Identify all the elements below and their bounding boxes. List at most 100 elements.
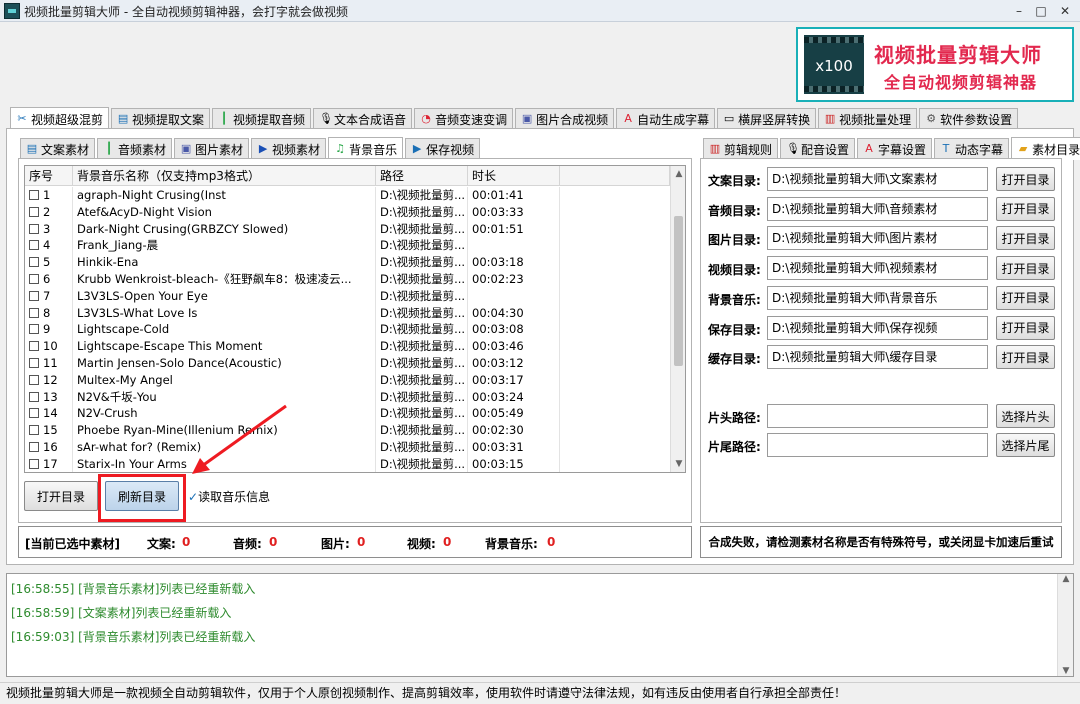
row-no-cell[interactable]: 10 (25, 338, 73, 355)
maximize-button[interactable]: □ (1030, 2, 1052, 20)
save-dir-input[interactable]: D:\视频批量剪辑大师\保存视频 (767, 315, 988, 340)
outro-path-input[interactable] (767, 433, 988, 457)
table-row[interactable]: 13 N2V&千坂-You D:\视频批量剪... 00:03:24 (25, 388, 670, 406)
row-no-cell[interactable]: 17 (25, 455, 73, 472)
tab-text-to-speech[interactable]: 🎙 文本合成语音 (313, 108, 413, 129)
row-no-cell[interactable]: 8 (25, 304, 73, 322)
tab-subtitle-settings[interactable]: A 字幕设置 (857, 138, 933, 159)
row-checkbox[interactable] (29, 458, 39, 469)
tab-extract-audio[interactable]: ┃ 视频提取音频 (212, 108, 312, 129)
tab-settings[interactable]: ⚙ 软件参数设置 (919, 108, 1019, 129)
tab-text-material[interactable]: ▤ 文案素材 (20, 138, 96, 159)
row-no-cell[interactable]: 12 (25, 371, 73, 389)
close-button[interactable]: ✕ (1054, 2, 1076, 20)
image-dir-input[interactable]: D:\视频批量剪辑大师\图片素材 (767, 226, 988, 251)
row-checkbox[interactable] (29, 257, 39, 268)
row-checkbox[interactable] (29, 206, 39, 217)
table-row[interactable]: 11 Martin Jensen-Solo Dance(Acoustic) D:\视… (25, 355, 670, 372)
col-header-no[interactable]: 序号 (25, 166, 73, 186)
tab-super-mix[interactable]: ✂ 视频超级混剪 (10, 107, 110, 130)
tab-image-material[interactable]: ▣ 图片素材 (174, 138, 250, 159)
row-no-cell[interactable]: 15 (25, 422, 73, 439)
tab-audio-material[interactable]: ┃ 音频素材 (97, 138, 173, 159)
row-no-cell[interactable]: 2 (25, 203, 73, 221)
table-row[interactable]: 2 Atef&AcyD-Night Vision D:\视频批量剪... 00:03:… (25, 203, 670, 221)
row-checkbox[interactable] (29, 391, 39, 402)
row-no-cell[interactable]: 3 (25, 220, 73, 238)
row-checkbox[interactable] (29, 425, 39, 436)
intro-path-button[interactable]: 选择片头 (996, 404, 1055, 428)
row-checkbox[interactable] (29, 358, 39, 368)
tab-save-video[interactable]: ▶ 保存视频 (405, 138, 481, 159)
row-no-cell[interactable]: 7 (25, 287, 73, 305)
text-dir-button[interactable]: 打开目录 (996, 167, 1055, 191)
intro-path-input[interactable] (767, 404, 988, 428)
tab-dynamic-subtitle[interactable]: T 动态字幕 (934, 138, 1010, 159)
tab-material-directory[interactable]: ▰ 素材目录 (1011, 137, 1080, 160)
row-checkbox[interactable] (29, 442, 39, 452)
minimize-button[interactable]: – (1008, 2, 1030, 20)
tab-image-to-video[interactable]: ▣ 图片合成视频 (515, 108, 615, 129)
audio-dir-button[interactable]: 打开目录 (996, 196, 1055, 221)
music-dir-input[interactable]: D:\视频批量剪辑大师\背景音乐 (767, 285, 988, 310)
scroll-down-icon[interactable]: ▼ (1058, 666, 1074, 676)
tab-background-music[interactable]: ♫ 背景音乐 (328, 137, 404, 160)
row-checkbox[interactable] (29, 274, 39, 284)
scroll-thumb[interactable] (674, 216, 683, 366)
video-dir-input[interactable]: D:\视频批量剪辑大师\视频素材 (767, 256, 988, 281)
scroll-down-icon[interactable]: ▼ (671, 456, 685, 472)
row-checkbox[interactable] (29, 240, 39, 251)
row-checkbox[interactable] (29, 324, 39, 335)
row-no-cell[interactable]: 9 (25, 321, 73, 339)
tab-edit-rules[interactable]: ▥ 剪辑规则 (703, 138, 779, 159)
table-row[interactable]: 6 Krubb Wenkroist-bleach-《狂野飙车8：极速凌云... D:… (25, 271, 670, 288)
table-row[interactable]: 9 Lightscape-Cold D:\视频批量剪... 00:03:08 (25, 321, 670, 339)
audio-dir-input[interactable]: D:\视频批量剪辑大师\音频素材 (767, 196, 988, 221)
row-no-cell[interactable]: 1 (25, 187, 73, 204)
table-row[interactable]: 8 L3V3LS-What Love Is D:\视频批量剪... 00:04:30 (25, 304, 670, 322)
image-dir-button[interactable]: 打开目录 (996, 226, 1055, 251)
cache-dir-input[interactable]: D:\视频批量剪辑大师\缓存目录 (767, 345, 988, 370)
tab-orientation[interactable]: ▭ 横屏竖屏转换 (717, 108, 817, 129)
table-row[interactable]: 1 agraph-Night Crusing(Inst D:\视频批量剪... 00:… (25, 187, 670, 204)
table-row[interactable]: 10 Lightscape-Escape This Moment D:\视频批量剪.… (25, 338, 670, 355)
row-checkbox[interactable] (29, 223, 39, 234)
row-checkbox[interactable] (29, 408, 39, 419)
table-row[interactable]: 12 Multex-My Angel D:\视频批量剪... 00:03:17 (25, 371, 670, 389)
read-music-info-checkbox[interactable]: ✓读取音乐信息 (188, 488, 270, 505)
table-row[interactable]: 17 Starix-In Your Arms D:\视频批量剪... 00:03:15 (25, 455, 670, 472)
cache-dir-button[interactable]: 打开目录 (996, 345, 1055, 370)
tab-audio-speed[interactable]: ◔ 音频变速变调 (414, 108, 514, 129)
table-row[interactable]: 7 L3V3LS-Open Your Eye D:\视频批量剪... (25, 287, 670, 305)
table-row[interactable]: 14 N2V-Crush D:\视频批量剪... 00:05:49 (25, 405, 670, 423)
music-dir-button[interactable]: 打开目录 (996, 285, 1055, 310)
scroll-up-icon[interactable]: ▲ (671, 166, 685, 182)
row-no-cell[interactable]: 6 (25, 271, 73, 288)
text-dir-input[interactable]: D:\视频批量剪辑大师\文案素材 (767, 167, 988, 191)
tab-auto-subtitle[interactable]: A 自动生成字幕 (616, 108, 716, 129)
row-checkbox[interactable] (29, 190, 39, 200)
row-no-cell[interactable]: 5 (25, 254, 73, 271)
open-directory-button[interactable]: 打开目录 (24, 481, 98, 511)
col-header-path[interactable]: 路径 (376, 166, 468, 186)
tab-video-material[interactable]: ▶ 视频素材 (251, 138, 327, 159)
table-scrollbar[interactable]: ▲ ▼ (670, 166, 685, 472)
table-row[interactable]: 5 Hinkik-Ena D:\视频批量剪... 00:03:18 (25, 254, 670, 271)
table-row[interactable]: 15 Phoebe Ryan-Mine(Illenium Remix) D:\视频批… (25, 422, 670, 439)
row-checkbox[interactable] (29, 290, 39, 301)
save-dir-button[interactable]: 打开目录 (996, 315, 1055, 340)
row-no-cell[interactable]: 11 (25, 355, 73, 372)
table-row[interactable]: 16 sAr-what for? (Remix) D:\视频批量剪... 00:03:… (25, 439, 670, 456)
table-row[interactable]: 4 Frank_Jiang-晨 D:\视频批量剪... (25, 237, 670, 255)
col-header-duration[interactable]: 时长 (468, 166, 560, 186)
tab-voice-settings[interactable]: 🎙 配音设置 (780, 138, 856, 159)
row-checkbox[interactable] (29, 374, 39, 385)
tab-batch-process[interactable]: ▥ 视频批量处理 (818, 108, 918, 129)
table-row[interactable]: 3 Dark-Night Crusing(GRBZCY Slowed) D:\视频批… (25, 220, 670, 238)
row-checkbox[interactable] (29, 341, 39, 352)
scroll-up-icon[interactable]: ▲ (1058, 574, 1074, 584)
row-no-cell[interactable]: 14 (25, 405, 73, 423)
row-no-cell[interactable]: 13 (25, 388, 73, 406)
tab-extract-text[interactable]: ▤ 视频提取文案 (111, 108, 211, 129)
video-dir-button[interactable]: 打开目录 (996, 256, 1055, 281)
